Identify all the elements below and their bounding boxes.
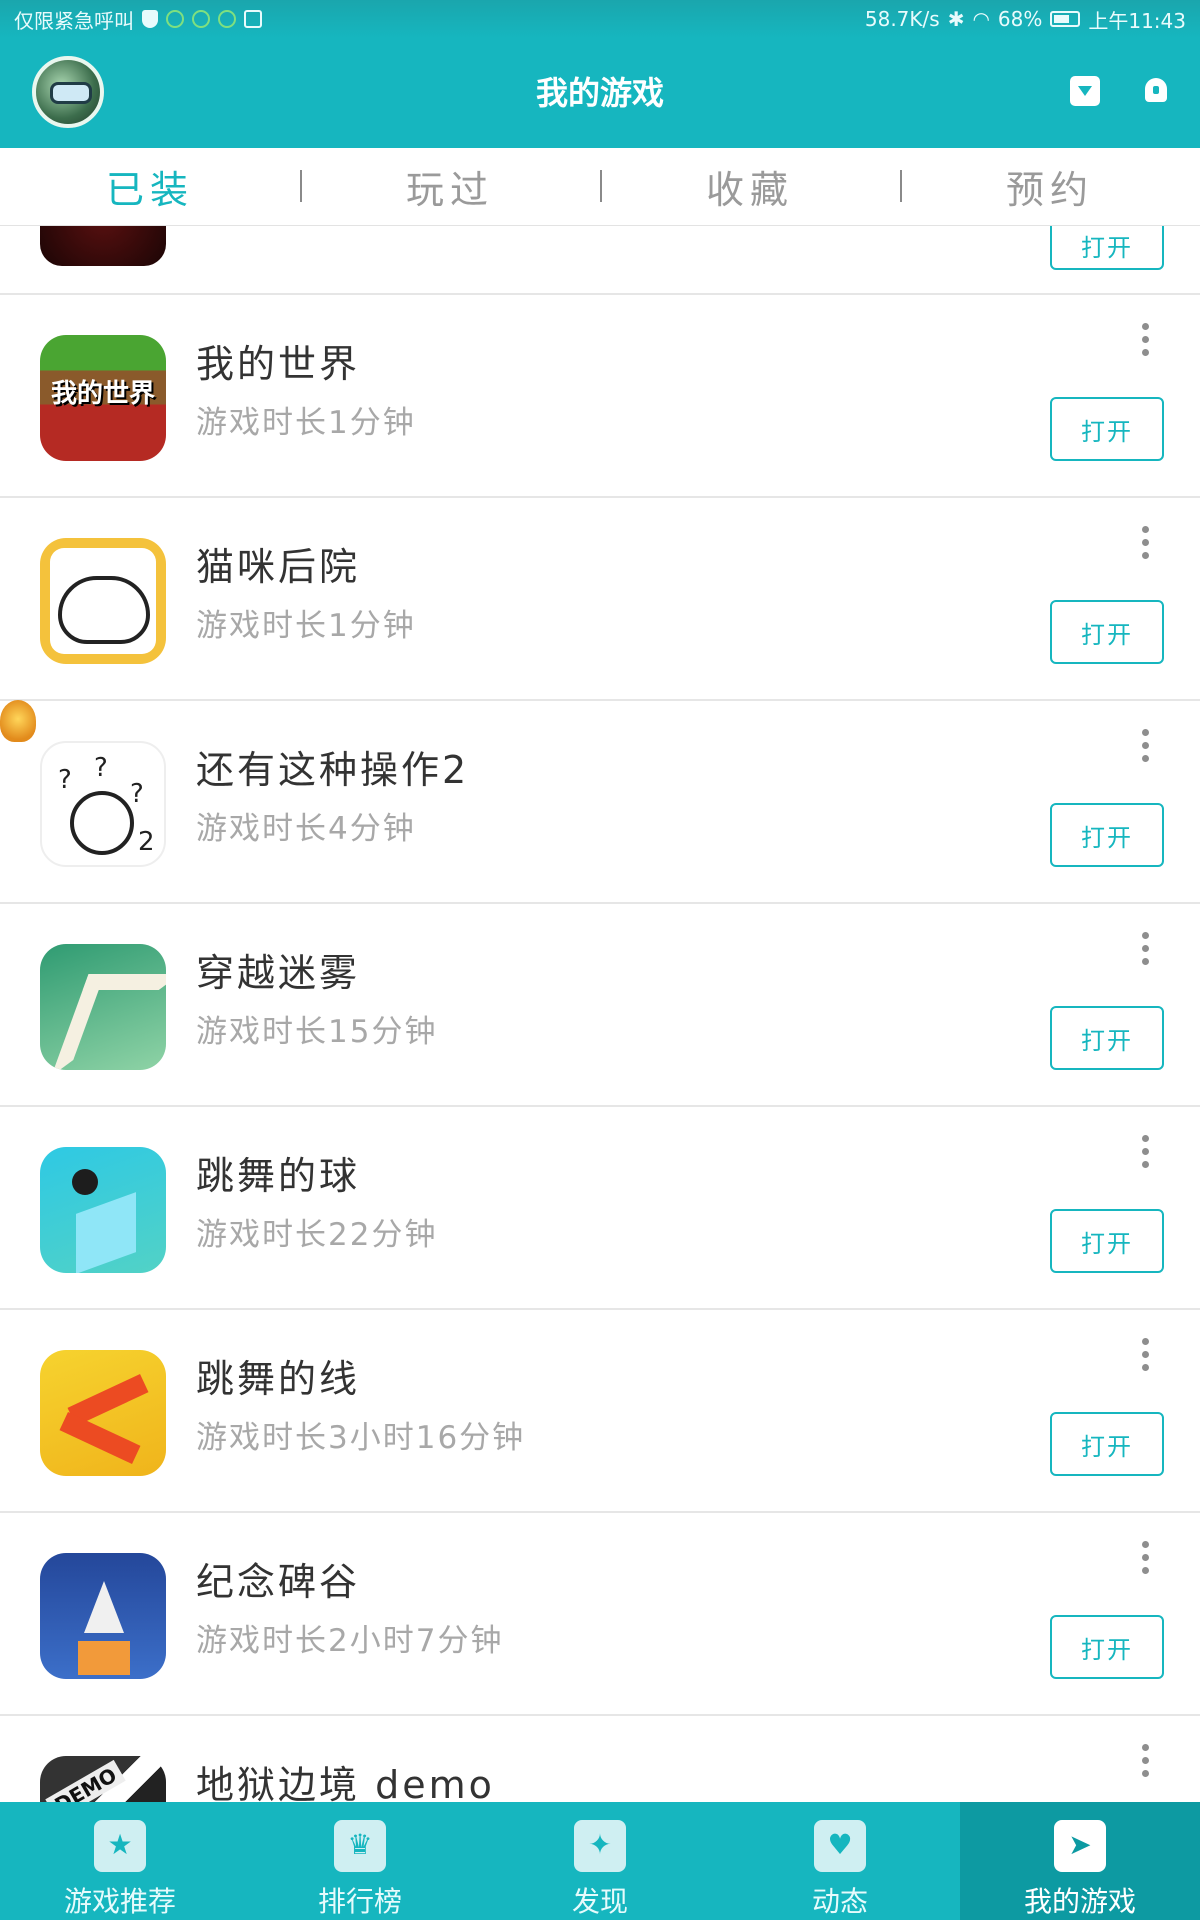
list-item[interactable]: ? ? ? 2 还有这种操作2 游戏时长4分钟 打开 — [0, 701, 1200, 904]
list-item[interactable]: 穿越迷雾 游戏时长15分钟 打开 — [0, 904, 1200, 1107]
game-list[interactable]: 打开 我的世界 我的世界 游戏时长1分钟 打开 猫咪后院 游戏时长1分钟 打开 … — [0, 226, 1200, 1802]
more-options-icon[interactable] — [1140, 932, 1150, 968]
heart-icon — [814, 1820, 866, 1872]
game-name: 穿越迷雾 — [196, 951, 361, 995]
bluetooth-icon: ✱ — [947, 7, 965, 31]
nav-label: 我的游戏 — [1023, 1885, 1136, 1918]
nav-discover[interactable]: 发现 — [480, 1802, 720, 1920]
neko-atsume-icon[interactable] — [40, 538, 166, 664]
list-item[interactable]: DEMO 地狱边境 demo — [0, 1716, 1200, 1802]
play-time: 游戏时长3小时16分钟 — [196, 1420, 526, 1456]
download-icon[interactable] — [1070, 76, 1100, 106]
status-right: 58.7K/s ✱ ◠ 68% 上午11:43 — [865, 5, 1186, 34]
fog-path-icon[interactable] — [40, 944, 166, 1070]
send-icon — [1054, 1820, 1106, 1872]
network-speed: 58.7K/s — [864, 7, 940, 31]
list-item[interactable]: 跳舞的球 游戏时长22分钟 打开 — [0, 1107, 1200, 1310]
nav-activity[interactable]: 动态 — [720, 1802, 960, 1920]
question-mark-glyph: ? — [58, 765, 72, 795]
more-options-icon[interactable] — [1140, 1338, 1150, 1374]
open-button[interactable]: 打开 — [1050, 226, 1164, 270]
more-options-icon[interactable] — [1140, 526, 1150, 562]
play-time: 游戏时长1分钟 — [196, 608, 416, 644]
clock: 上午11:43 — [1088, 8, 1186, 33]
tab-reservations[interactable]: 预约 — [900, 148, 1200, 225]
limbo-demo-icon[interactable]: DEMO — [40, 1756, 166, 1802]
nav-my-games[interactable]: 我的游戏 — [960, 1802, 1200, 1920]
image-icon — [244, 10, 262, 28]
minecraft-icon-text: 我的世界 — [50, 379, 155, 409]
tab-bar: 已装 玩过 收藏 预约 — [0, 148, 1200, 226]
nav-label: 发现 — [571, 1885, 628, 1918]
list-item[interactable]: 我的世界 我的世界 游戏时长1分钟 打开 — [0, 295, 1200, 498]
emergency-call-text: 仅限紧急呼叫 — [14, 8, 134, 33]
play-time: 游戏时长4分钟 — [196, 811, 416, 847]
nav-label: 游戏推荐 — [63, 1885, 176, 1918]
game-name: 跳舞的球 — [196, 1154, 361, 1198]
trophy-icon — [334, 1820, 386, 1872]
play-time: 游戏时长1分钟 — [196, 405, 416, 441]
open-button[interactable]: 打开 — [1050, 397, 1164, 461]
floating-mascot-icon[interactable] — [0, 700, 36, 742]
nav-label: 排行榜 — [317, 1885, 402, 1918]
tab-played[interactable]: 玩过 — [300, 148, 600, 225]
more-options-icon[interactable] — [1140, 729, 1150, 765]
nav-label: 动态 — [811, 1885, 868, 1918]
game-name: 我的世界 — [196, 342, 361, 386]
wechat-icon — [166, 10, 184, 28]
sparkle-icon — [574, 1820, 626, 1872]
wifi-icon: ◠ — [972, 7, 990, 31]
open-button[interactable]: 打开 — [1050, 1209, 1164, 1273]
list-item[interactable]: 纪念碑谷 游戏时长2小时7分钟 打开 — [0, 1513, 1200, 1716]
battery-percent: 68% — [997, 7, 1043, 31]
more-options-icon[interactable] — [1140, 1541, 1150, 1577]
list-item[interactable]: 猫咪后院 游戏时长1分钟 打开 — [0, 498, 1200, 701]
wechat-icon-3 — [218, 10, 236, 28]
app-root: 仅限紧急呼叫 58.7K/s ✱ ◠ 68% 上午11:43 我的游戏 已装 玩… — [0, 0, 1200, 1920]
battery-icon — [1050, 11, 1081, 27]
nav-game-recommend[interactable]: 游戏推荐 — [0, 1802, 240, 1920]
status-left: 仅限紧急呼叫 — [14, 5, 262, 34]
open-button[interactable]: 打开 — [1050, 803, 1164, 867]
game-name: 纪念碑谷 — [196, 1560, 361, 1604]
bell-icon[interactable] — [1142, 76, 1170, 106]
more-options-icon[interactable] — [1140, 1744, 1150, 1780]
page-title: 我的游戏 — [535, 74, 664, 112]
play-time: 游戏时长22分钟 — [196, 1217, 438, 1253]
play-time: 游戏时长15分钟 — [196, 1014, 438, 1050]
game-icon[interactable] — [40, 226, 166, 266]
monument-valley-icon[interactable] — [40, 1553, 166, 1679]
open-button[interactable]: 打开 — [1050, 1615, 1164, 1679]
list-item[interactable]: 跳舞的线 游戏时长3小时16分钟 打开 — [0, 1310, 1200, 1513]
game-name: 跳舞的线 — [196, 1357, 361, 1401]
wechat-icon-2 — [192, 10, 210, 28]
open-button[interactable]: 打开 — [1050, 1412, 1164, 1476]
play-time: 游戏时长2小时7分钟 — [196, 1623, 504, 1659]
open-button[interactable]: 打开 — [1050, 1006, 1164, 1070]
list-item: 打开 — [0, 226, 1200, 295]
question-mark-glyph: ? — [130, 779, 144, 809]
bottom-nav: 游戏推荐 排行榜 发现 动态 我的游戏 — [0, 1802, 1200, 1920]
more-options-icon[interactable] — [1140, 1135, 1150, 1171]
game-name: 地狱边境 demo — [196, 1763, 495, 1802]
dancing-ball-icon[interactable] — [40, 1147, 166, 1273]
star-icon — [94, 1820, 146, 1872]
tab-favorites[interactable]: 收藏 — [600, 148, 900, 225]
nav-rankings[interactable]: 排行榜 — [240, 1802, 480, 1920]
open-button[interactable]: 打开 — [1050, 600, 1164, 664]
digit-two-glyph: 2 — [138, 827, 155, 857]
title-bar: 我的游戏 — [0, 38, 1200, 148]
minecraft-icon[interactable]: 我的世界 — [40, 335, 166, 461]
tab-installed[interactable]: 已装 — [0, 148, 300, 225]
shield-icon — [142, 10, 158, 28]
more-options-icon[interactable] — [1140, 323, 1150, 359]
game-name: 还有这种操作2 — [196, 748, 470, 792]
question-mark-glyph: ? — [94, 753, 108, 783]
dancing-line-icon[interactable] — [40, 1350, 166, 1476]
demo-badge: DEMO — [45, 1759, 126, 1802]
status-bar: 仅限紧急呼叫 58.7K/s ✱ ◠ 68% 上午11:43 — [0, 0, 1200, 38]
game-name: 猫咪后院 — [196, 545, 361, 589]
question-face-icon[interactable]: ? ? ? 2 — [40, 741, 166, 867]
